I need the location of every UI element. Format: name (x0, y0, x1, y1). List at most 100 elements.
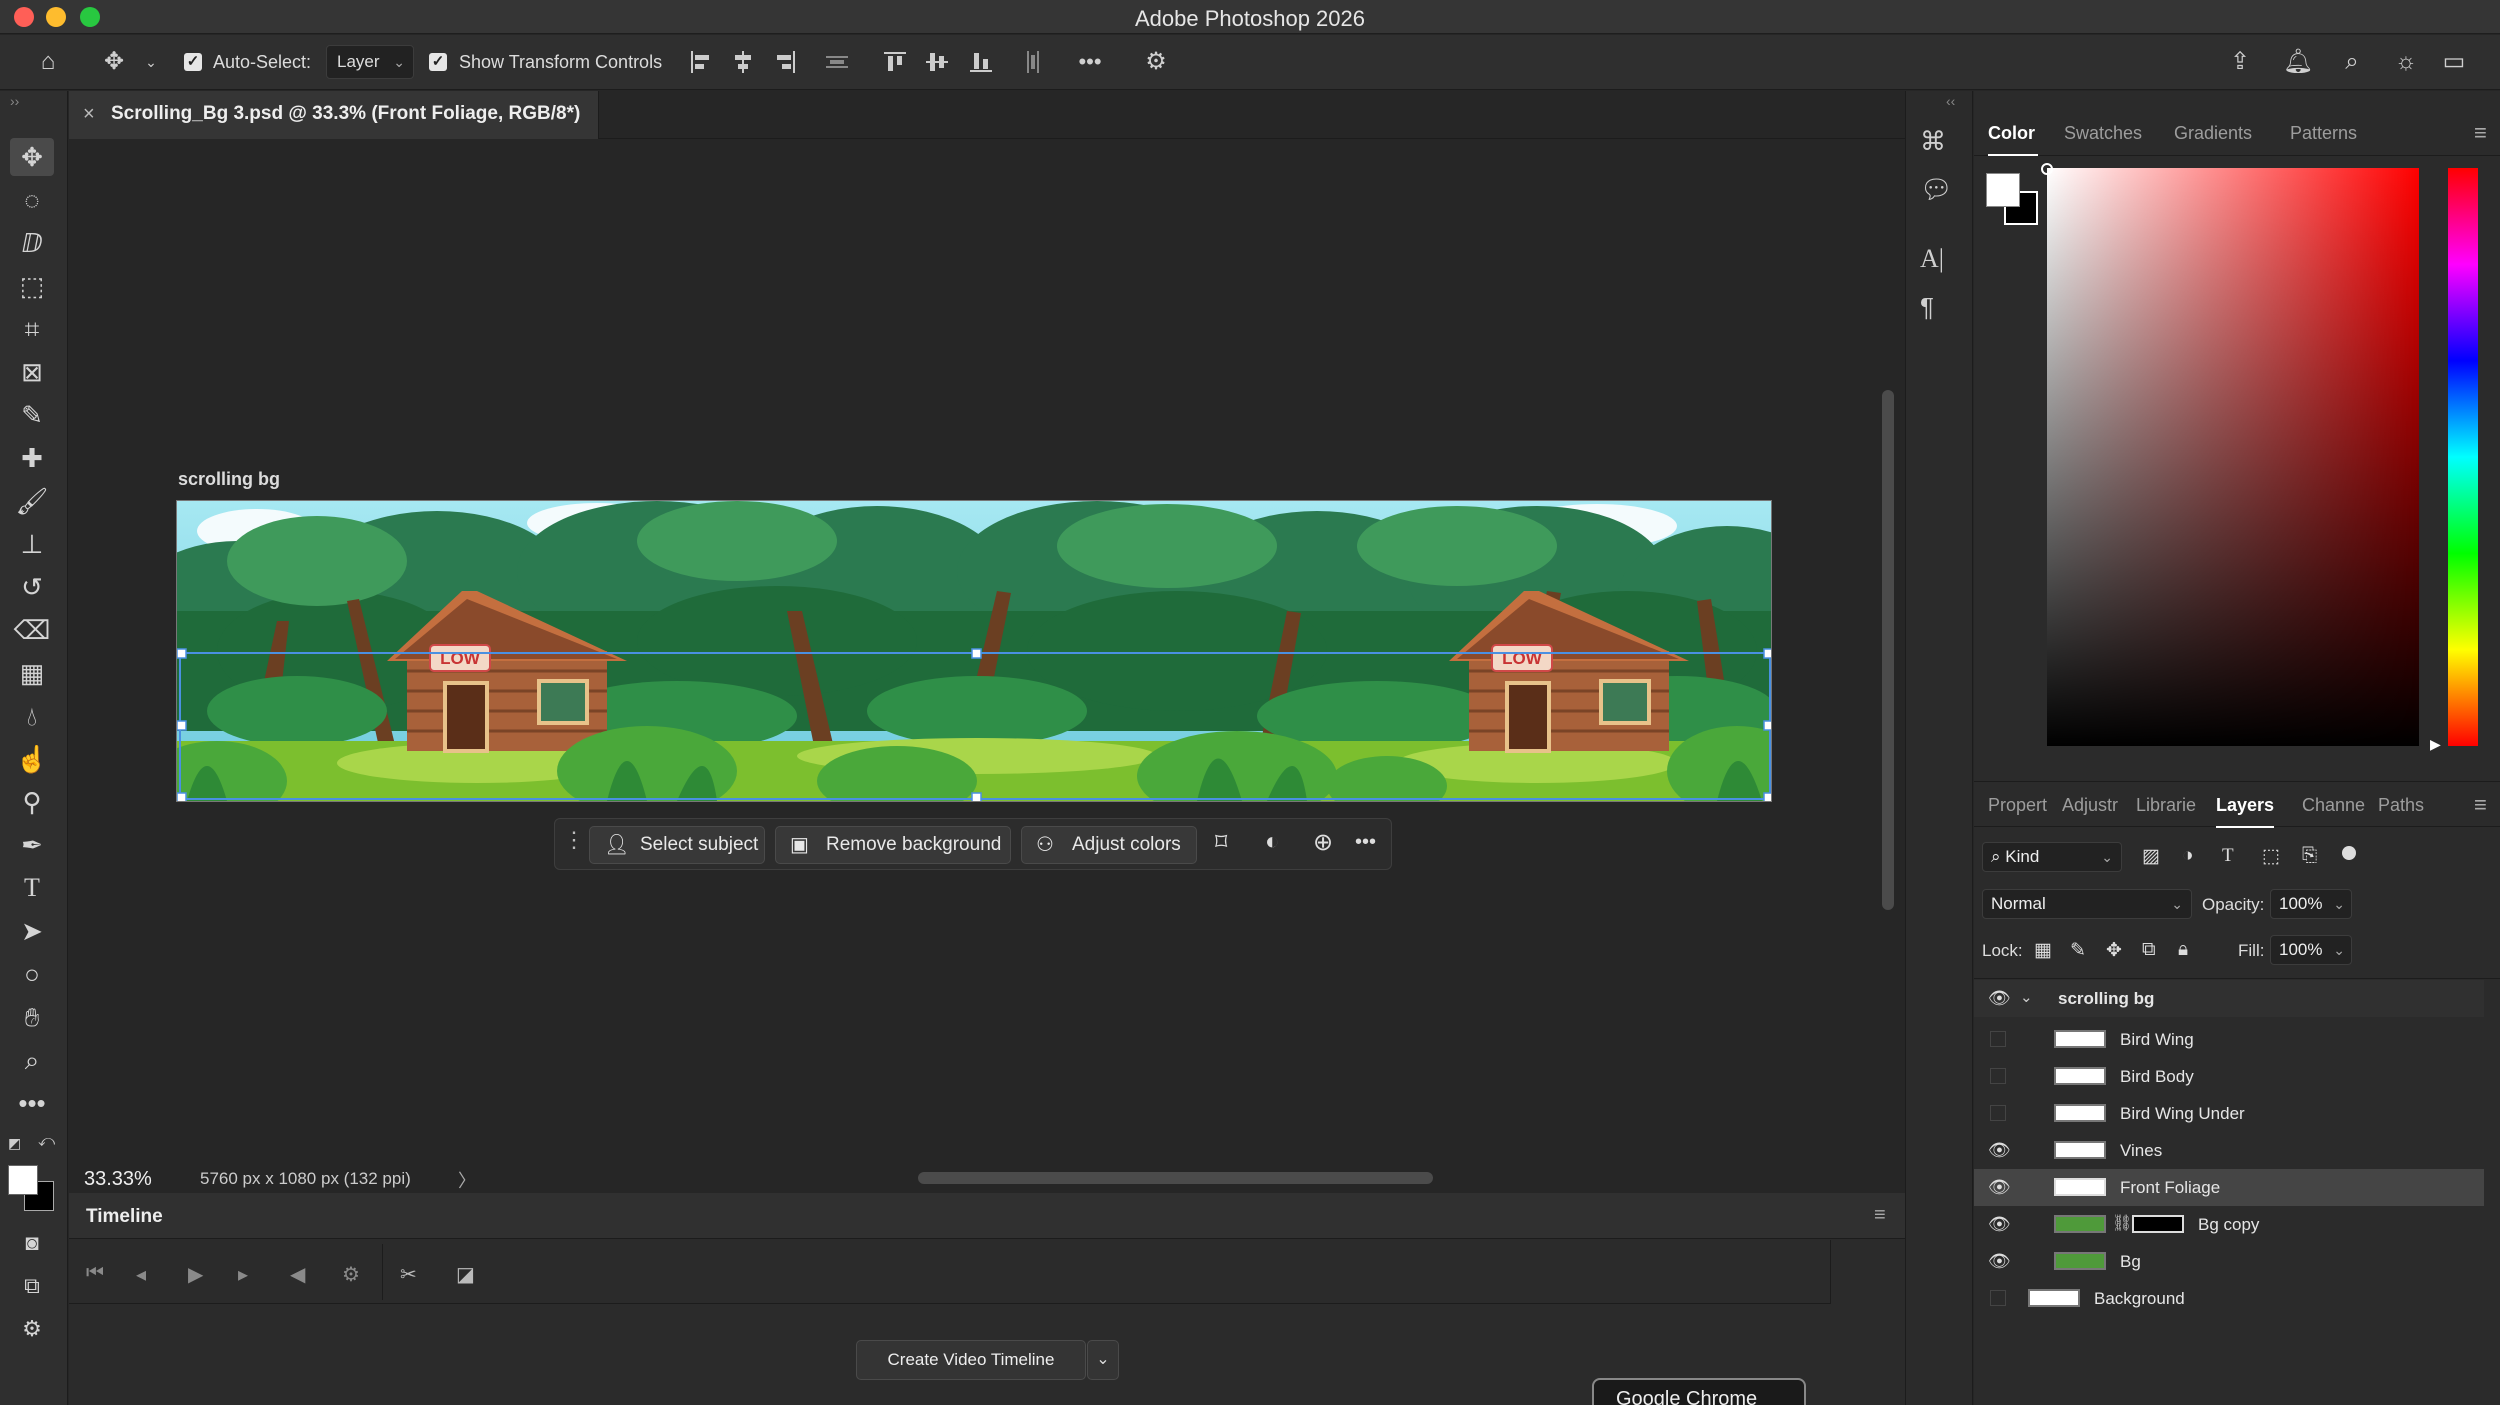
artboard-label[interactable]: scrolling bg (178, 469, 280, 490)
foreground-color-swatch[interactable] (8, 1165, 38, 1195)
share-icon[interactable]: ⇪ (2222, 47, 2258, 77)
tab-libraries[interactable]: Librarie (2136, 782, 2200, 828)
gradient-icon[interactable]: ▦ (10, 654, 54, 692)
layer-row-selected[interactable]: 👁︎ Front Foliage (1974, 1169, 2484, 1206)
distribute-icon[interactable] (824, 49, 850, 75)
zoom-icon[interactable]: ⌕ (10, 1041, 54, 1079)
history-brush-icon[interactable]: ↺ (10, 568, 54, 606)
scissors-icon[interactable]: ✂ (400, 1262, 417, 1287)
tab-layers[interactable]: Layers (2216, 782, 2274, 828)
default-colors-icon[interactable]: ◩ (8, 1135, 21, 1152)
previous-frame-icon[interactable]: ◂ (136, 1262, 146, 1287)
transform-icon[interactable]: ⌑ (1215, 828, 1227, 857)
lock-position-icon[interactable]: ✥ (2106, 939, 2122, 962)
eye-icon[interactable]: 👁︎ (1988, 1251, 2011, 1272)
foreground-color-swatch[interactable] (1986, 173, 2020, 207)
clone-stamp-icon[interactable]: ⊥ (10, 525, 54, 563)
pixel-filter-icon[interactable]: ▨ (2142, 845, 2160, 868)
timeline-title[interactable]: Timeline (86, 1206, 163, 1228)
tab-paths[interactable]: Paths (2378, 782, 2434, 828)
layer-row[interactable]: 👁︎ Vines (1974, 1132, 2484, 1169)
tab-swatches[interactable]: Swatches (2064, 110, 2152, 156)
path-select-icon[interactable]: ➤ (10, 912, 54, 950)
tab-channels[interactable]: Channe (2302, 782, 2368, 828)
artboard-canvas[interactable]: LOW LOW (176, 500, 1772, 802)
history-icon[interactable]: ⌘ (1920, 126, 1946, 157)
crop-icon[interactable]: ⌗ (10, 310, 54, 348)
character-icon[interactable]: A| (1920, 244, 1944, 274)
lightbulb-icon[interactable]: ☼ (2388, 47, 2424, 77)
tab-patterns[interactable]: Patterns (2290, 110, 2370, 156)
brush-icon[interactable]: 🖌︎ (10, 482, 54, 520)
align-vertical-center-icon[interactable] (924, 49, 950, 75)
visibility-toggle[interactable] (1990, 1031, 2006, 1047)
pen-icon[interactable]: ✒ (10, 826, 54, 864)
horizontal-scrollbar[interactable] (918, 1172, 1433, 1184)
chevron-down-icon[interactable]: ⌄ (138, 47, 164, 77)
gear-icon[interactable]: ⚙ (342, 1262, 360, 1287)
zoom-level[interactable]: 33.33% (84, 1168, 152, 1191)
mask-icon[interactable]: ◐ (1265, 828, 1280, 856)
vertical-scrollbar[interactable] (1882, 390, 1894, 910)
ellipse-marquee-icon[interactable]: ◌ (10, 181, 54, 219)
auto-select-dropdown[interactable]: Layer ⌄ (326, 45, 414, 79)
type-icon[interactable]: T (10, 869, 54, 907)
layer-group-row[interactable]: 👁︎ ⌄ scrolling bg (1974, 980, 2484, 1017)
remove-background-button[interactable]: ▣ Remove background (775, 826, 1011, 864)
layer-row[interactable]: Bird Body (1974, 1058, 2484, 1095)
paragraph-icon[interactable]: ¶ (1920, 292, 1934, 323)
tab-gradients[interactable]: Gradients (2174, 110, 2264, 156)
color-picker-cursor[interactable] (2041, 163, 2053, 175)
home-icon[interactable]: ⌂ (30, 47, 66, 77)
blend-mode-dropdown[interactable]: Normal ⌄ (1982, 889, 2192, 919)
expand-icon[interactable]: ‹‹ (1946, 93, 1955, 109)
visibility-toggle[interactable] (1990, 1068, 2006, 1084)
ellipse-shape-icon[interactable]: ○ (10, 955, 54, 993)
align-top-icon[interactable] (882, 49, 908, 75)
more-tools-icon[interactable]: ••• (10, 1084, 54, 1122)
visibility-toggle[interactable] (1990, 1290, 2006, 1306)
document-tab[interactable]: × Scrolling_Bg 3.psd @ 33.3% (Front Foli… (69, 91, 599, 139)
move-tool-icon[interactable]: ✥ (10, 138, 54, 176)
hue-slider-handle[interactable]: ▶ (2430, 736, 2441, 753)
align-left-icon[interactable] (688, 49, 714, 75)
tab-adjustments[interactable]: Adjustr (2062, 782, 2126, 828)
distribute-vertical-icon[interactable] (1020, 49, 1046, 75)
status-menu-arrow[interactable]: 〉 (458, 1167, 476, 1193)
blur-icon[interactable]: 💧︎ (10, 697, 54, 735)
smart-object-filter-icon[interactable]: ⎘ (2302, 845, 2317, 867)
comment-icon[interactable]: 💬︎ (1920, 174, 1953, 205)
align-right-icon[interactable] (772, 49, 798, 75)
swap-colors-icon[interactable]: ⤺ (38, 1133, 55, 1151)
hand-icon[interactable]: ✋︎ (10, 998, 54, 1036)
next-frame-icon[interactable]: ▸ (238, 1262, 248, 1287)
healing-brush-icon[interactable]: ✚ (10, 439, 54, 477)
fill-field[interactable]: 100% ⌄ (2270, 935, 2352, 965)
eraser-icon[interactable]: ⌫ (10, 611, 54, 649)
visibility-toggle[interactable] (1990, 1105, 2006, 1121)
lock-image-icon[interactable]: ✎ (2070, 939, 2086, 962)
create-video-timeline-button[interactable]: Create Video Timeline (856, 1340, 1086, 1380)
layer-filter-dropdown[interactable]: ⌕ Kind ⌄ (1982, 842, 2122, 872)
more-options-button[interactable]: ••• (1070, 47, 1110, 77)
select-subject-button[interactable]: 👤︎ Select subject (589, 826, 765, 864)
generative-icon[interactable]: ⚙ (10, 1310, 54, 1348)
lasso-icon[interactable]: ⅅ (10, 224, 54, 262)
lock-transparent-icon[interactable]: ▦ (2034, 939, 2052, 962)
link-icon[interactable]: ⛓ (2112, 1213, 2132, 1233)
bell-icon[interactable]: 🔔︎ (2280, 47, 2316, 77)
eye-icon[interactable]: 👁︎ (1988, 1177, 2011, 1198)
layer-row[interactable]: Background (1974, 1280, 2484, 1317)
layer-row[interactable]: Bird Wing Under (1974, 1095, 2484, 1132)
play-icon[interactable]: ▶ (188, 1262, 203, 1287)
eye-icon[interactable]: 👁︎ (1988, 1214, 2011, 1235)
quick-mask-icon[interactable]: ◙ (10, 1224, 54, 1262)
show-transform-checkbox[interactable]: ✓ (429, 53, 447, 71)
adjustment-filter-icon[interactable]: ◑ (2182, 845, 2193, 867)
screen-mode-icon[interactable]: ⧉ (10, 1267, 54, 1305)
layer-row[interactable]: Bird Wing (1974, 1021, 2484, 1058)
shape-filter-icon[interactable]: ⬚ (2262, 845, 2280, 868)
color-picker-field[interactable] (2047, 168, 2419, 746)
layer-row[interactable]: 👁︎ ⛓ Bg copy (1974, 1206, 2484, 1243)
more-actions-button[interactable]: ••• (1355, 831, 1376, 854)
